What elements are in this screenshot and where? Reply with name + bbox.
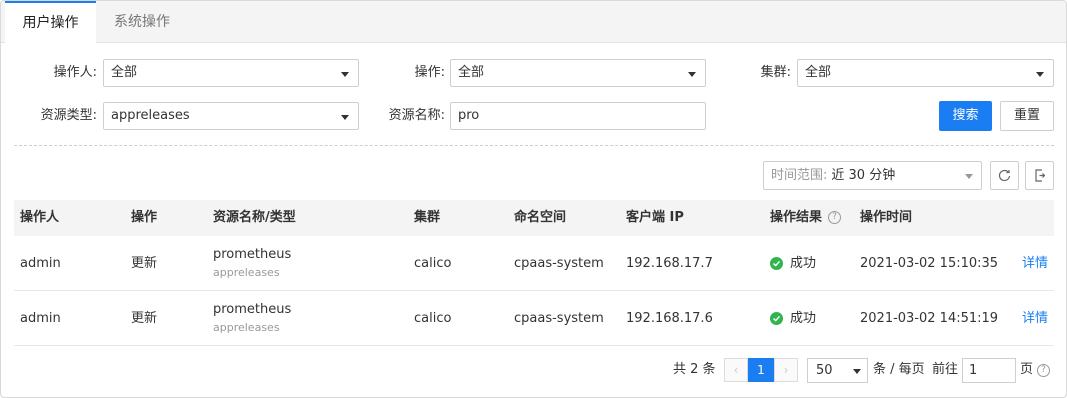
page-number-current[interactable]: 1 <box>748 358 774 382</box>
tab-user-operations[interactable]: 用户操作 <box>5 1 96 44</box>
client-ip-cell: 192.168.17.7 <box>626 256 713 271</box>
goto-label: 前往 <box>932 362 959 377</box>
chevron-down-icon <box>341 72 349 77</box>
result-cell: 成功 <box>790 256 817 271</box>
prev-page-button[interactable]: ‹ <box>724 358 748 382</box>
resource-type-cell: appreleases <box>213 321 280 334</box>
cluster-select-value: 全部 <box>805 65 832 80</box>
time-cell: 2021-03-02 15:10:35 <box>860 256 999 271</box>
resource-type-select-value: appreleases <box>111 108 190 123</box>
detail-link[interactable]: 详情 <box>1022 236 1048 291</box>
success-check-icon <box>770 257 783 270</box>
tab-bar: 用户操作 系统操作 <box>1 1 1066 44</box>
audit-panel: 用户操作 系统操作 操作人: 全部 操作: 全部 集群: 全部 资源类型: ap… <box>0 0 1067 398</box>
time-range-value: 近 30 分钟 <box>831 168 896 183</box>
time-range-select[interactable]: 时间范围: 近 30 分钟 <box>763 161 982 190</box>
resource-type-filter-label: 资源类型: <box>40 108 97 123</box>
goto-page-input[interactable]: 1 <box>962 358 1016 383</box>
time-cell: 2021-03-02 14:51:19 <box>860 311 999 326</box>
resource-name-cell: prometheus <box>213 247 292 262</box>
chevron-down-icon <box>341 115 349 120</box>
operator-select-value: 全部 <box>111 65 138 80</box>
cluster-filter-label: 集群: <box>760 65 791 80</box>
namespace-cell: cpaas-system <box>514 256 604 271</box>
chevron-right-icon: › <box>783 363 789 377</box>
chevron-left-icon: ‹ <box>733 363 739 377</box>
column-header: 资源名称/类型 <box>213 210 296 225</box>
table-row: admin 更新 prometheus appreleases calico c… <box>14 291 1054 346</box>
column-header: 操作结果 <box>770 210 823 225</box>
refresh-icon <box>998 170 1011 182</box>
pagination-total: 共 2 条 <box>673 362 716 377</box>
success-check-icon <box>770 312 783 325</box>
column-header: 命名空间 <box>514 210 567 225</box>
cluster-select[interactable]: 全部 <box>797 59 1054 87</box>
tab-system-operations[interactable]: 系统操作 <box>96 1 188 43</box>
chevron-down-icon <box>688 72 696 77</box>
column-header: 操作人 <box>20 210 60 225</box>
export-button[interactable] <box>1025 161 1054 190</box>
column-header: 集群 <box>414 210 441 225</box>
cluster-cell: calico <box>414 256 452 271</box>
chevron-down-icon <box>1036 72 1044 77</box>
column-header: 操作 <box>131 210 158 225</box>
reset-button[interactable]: 重置 <box>1000 101 1054 131</box>
next-page-button[interactable]: › <box>774 358 798 382</box>
page-unit-label: 页 <box>1020 362 1034 377</box>
column-header: 操作时间 <box>860 210 913 225</box>
operator-select[interactable]: 全部 <box>103 59 359 87</box>
resource-name-cell: prometheus <box>213 302 292 317</box>
export-icon <box>1035 169 1046 182</box>
refresh-button[interactable] <box>990 161 1019 190</box>
help-icon[interactable]: ? <box>828 211 841 224</box>
resource-type-cell: appreleases <box>213 266 280 279</box>
search-button[interactable]: 搜索 <box>939 101 992 131</box>
page-size-value: 50 <box>816 363 833 378</box>
cluster-cell: calico <box>414 311 452 326</box>
action-filter-label: 操作: <box>414 65 445 80</box>
operator-cell: admin <box>20 256 61 271</box>
detail-link[interactable]: 详情 <box>1022 291 1048 346</box>
result-cell: 成功 <box>790 311 817 326</box>
column-header: 客户端 IP <box>626 210 684 225</box>
action-select-value: 全部 <box>458 65 485 80</box>
resource-type-select[interactable]: appreleases <box>103 102 359 130</box>
chevron-down-icon <box>965 174 973 179</box>
page-size-select[interactable]: 50 <box>807 358 868 383</box>
chevron-down-icon <box>853 369 861 374</box>
divider <box>14 145 1054 146</box>
action-cell: 更新 <box>131 256 158 271</box>
namespace-cell: cpaas-system <box>514 311 604 326</box>
resource-name-input[interactable]: pro <box>450 102 706 130</box>
operator-cell: admin <box>20 311 61 326</box>
action-cell: 更新 <box>131 311 158 326</box>
time-range-label: 时间范围: <box>771 168 828 183</box>
operator-filter-label: 操作人: <box>53 65 97 80</box>
table-row: admin 更新 prometheus appreleases calico c… <box>14 236 1054 291</box>
help-icon[interactable]: ? <box>1037 364 1050 377</box>
action-select[interactable]: 全部 <box>450 59 706 87</box>
table-header: 操作人 操作 资源名称/类型 集群 命名空间 客户端 IP 操作结果 ? 操作时… <box>14 200 1054 236</box>
client-ip-cell: 192.168.17.6 <box>626 311 713 326</box>
resource-name-filter-label: 资源名称: <box>388 108 445 123</box>
per-page-label: 条 / 每页 <box>873 362 925 377</box>
